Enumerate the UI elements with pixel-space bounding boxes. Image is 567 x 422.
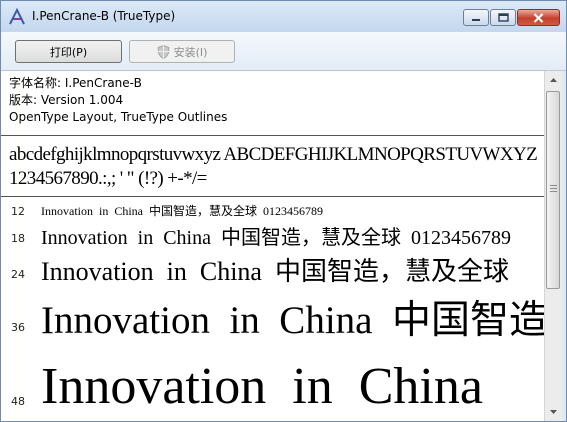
sample-size-label: 36 [11, 321, 25, 334]
arrow-up-icon [550, 78, 557, 82]
minimize-icon [472, 18, 480, 21]
charset-letters: abcdefghijklmnopqrstuvwxyz ABCDEFGHIJKLM… [9, 144, 538, 165]
font-viewer-window: I.PenCrane-B (TrueType) 打印(P) 安装(I) 字体名称… [0, 0, 567, 422]
sample-text: Innovation in China 中国智造，慧及全球 0123456789 [41, 204, 323, 218]
title-bar[interactable]: I.PenCrane-B (TrueType) [1, 1, 566, 32]
arrow-down-icon [550, 410, 557, 414]
close-button[interactable] [517, 9, 560, 26]
character-set: abcdefghijklmnopqrstuvwxyz ABCDEFGHIJKLM… [9, 143, 538, 191]
sample-size-label: 18 [11, 232, 25, 245]
sample-text: Innovation in China 中国智造 [41, 299, 544, 342]
font-version-line: 版本: Version 1.004 [9, 93, 124, 107]
grip-line [550, 185, 557, 186]
sample-text: Innovation in China [41, 358, 483, 415]
scrollbar-thumb[interactable] [546, 91, 560, 289]
sample-text: Innovation in China 中国智造，慧及全球 0123456789 [41, 227, 511, 249]
window-title: I.PenCrane-B (TrueType) [32, 9, 176, 23]
install-button[interactable]: 安装(I) [129, 40, 235, 63]
grip-line [550, 191, 557, 192]
font-info: 字体名称: I.PenCrane-B 版本: Version 1.004 Ope… [9, 75, 227, 126]
install-button-label: 安装(I) [173, 45, 208, 59]
print-button-label: 打印(P) [49, 45, 88, 59]
toolbar: 打印(P) 安装(I) [1, 32, 566, 71]
sample-size-label: 24 [11, 268, 25, 281]
shield-icon [157, 44, 170, 59]
scroll-up-button[interactable] [545, 72, 562, 88]
divider [1, 135, 544, 136]
font-name-line: 字体名称: I.PenCrane-B [9, 76, 142, 90]
print-button[interactable]: 打印(P) [15, 40, 122, 63]
font-type-line: OpenType Layout, TrueType Outlines [9, 110, 228, 124]
font-preview-area: 字体名称: I.PenCrane-B 版本: Version 1.004 Ope… [1, 71, 544, 421]
grip-line [550, 188, 557, 189]
maximize-icon [497, 13, 509, 22]
close-icon [533, 12, 544, 23]
sample-size-label: 48 [11, 395, 25, 408]
divider [1, 196, 544, 197]
charset-digits: 1234567890.:,; ' " (!?) +-*/= [9, 168, 207, 189]
sample-size-label: 12 [11, 205, 25, 218]
caption-buttons [462, 9, 560, 27]
scroll-down-button[interactable] [545, 404, 562, 420]
sample-text: Innovation in China 中国智造，慧及全球 [41, 257, 509, 286]
maximize-button[interactable] [490, 9, 516, 26]
vertical-scrollbar[interactable] [544, 71, 562, 421]
minimize-button[interactable] [463, 9, 489, 26]
font-viewer-icon [9, 8, 25, 25]
